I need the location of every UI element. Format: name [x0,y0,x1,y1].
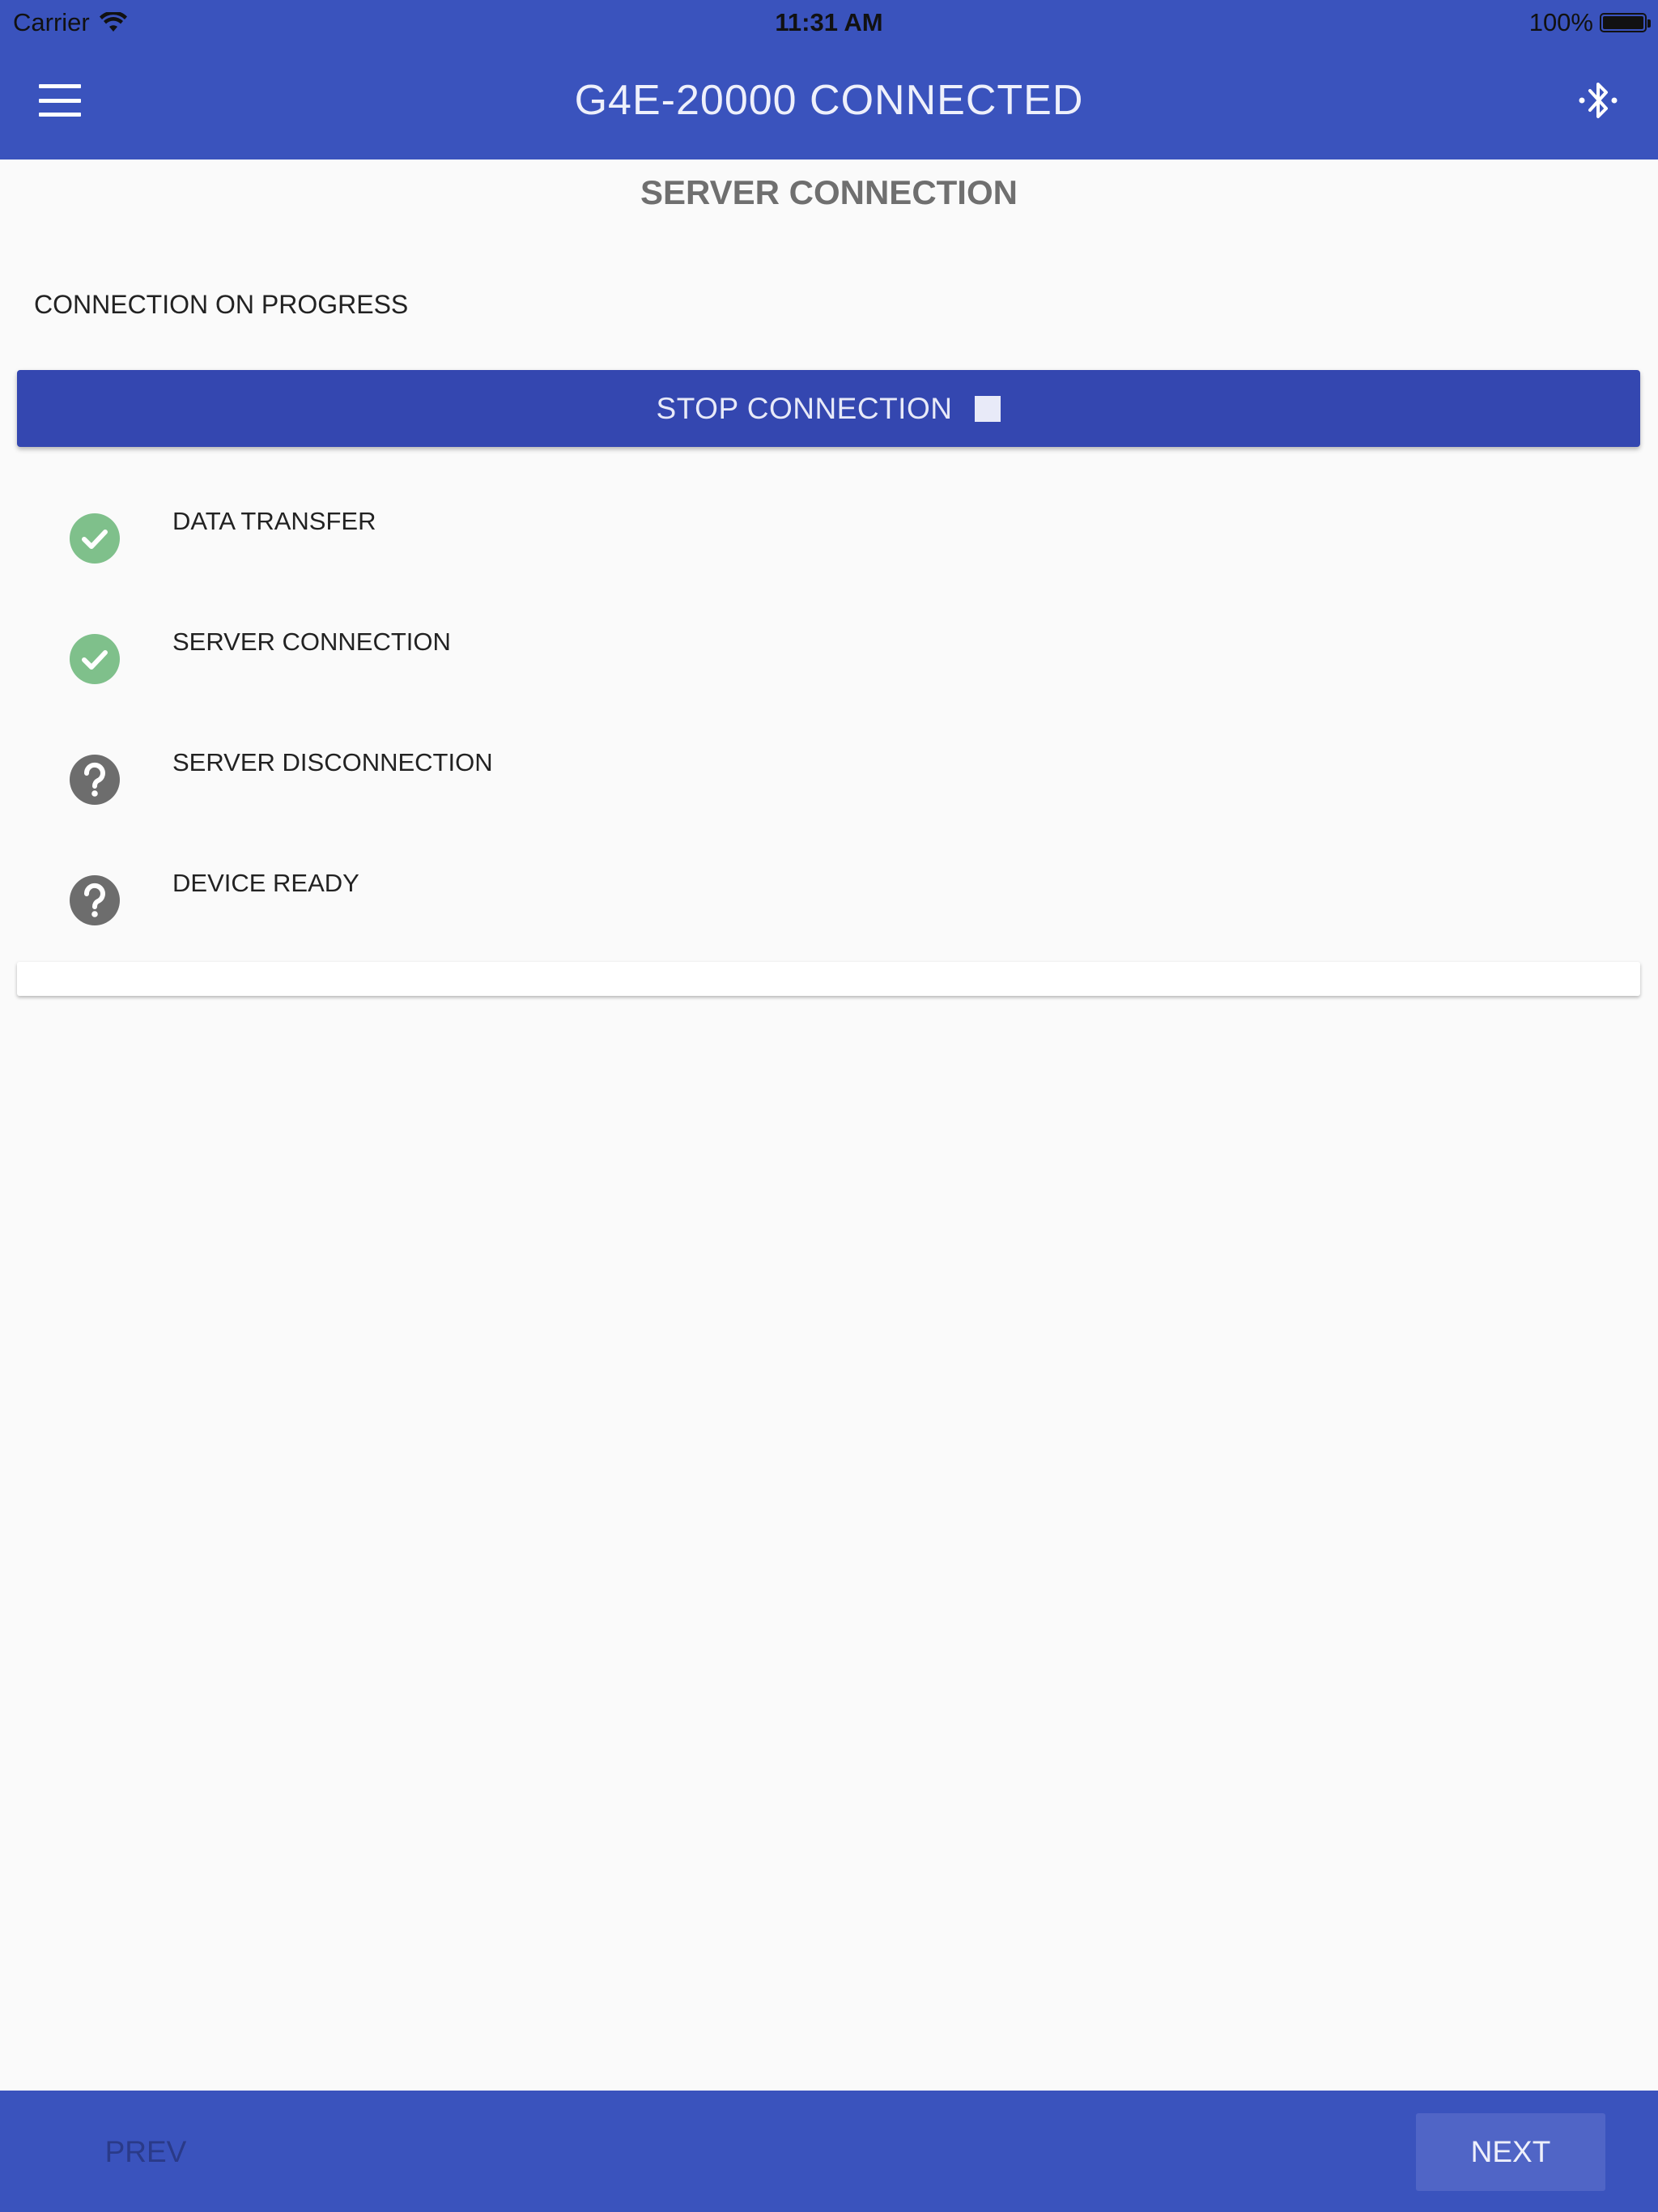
step-server-connection: SERVER CONNECTION [0,606,1658,727]
prev-button[interactable]: PREV [81,2123,210,2181]
top-bar: Carrier 11:31 AM 100% G4E-20000 CONNECTE… [0,0,1658,160]
stop-connection-label: STOP CONNECTION [656,391,953,425]
help-circle-icon [70,755,120,805]
empty-log-card [17,962,1640,996]
clock: 11:31 AM [775,8,883,36]
check-circle-icon [70,634,120,684]
help-circle-icon [70,875,120,925]
page-title: SERVER CONNECTION [640,173,1018,211]
step-device-ready: DEVICE READY [0,848,1658,968]
stop-connection-button[interactable]: STOP CONNECTION [17,370,1640,447]
battery-icon [1600,13,1651,32]
battery-percent: 100% [1528,8,1593,36]
step-server-disconnection: SERVER DISCONNECTION [0,727,1658,848]
step-data-transfer: DATA TRANSFER [0,486,1658,606]
step-label: DEVICE READY [172,869,359,897]
step-label: SERVER DISCONNECTION [172,748,493,776]
battery-fill [1603,16,1643,29]
app-bar: G4E-20000 CONNECTED [0,45,1658,160]
stop-square-icon [975,395,1001,422]
app-title: G4E-20000 CONNECTED [574,77,1084,124]
step-label: DATA TRANSFER [172,507,376,535]
next-button[interactable]: NEXT [1416,2113,1605,2191]
bluetooth-searching-icon[interactable] [1574,76,1622,125]
battery-indicator: 100% [1528,8,1651,37]
status-bar: Carrier 11:31 AM 100% [0,0,1658,45]
check-circle-icon [70,513,120,564]
app-screen: Carrier 11:31 AM 100% G4E-20000 CONNECTE… [0,0,1658,2212]
connection-status-text: CONNECTION ON PROGRESS [34,290,409,319]
connection-steps-list: DATA TRANSFER SERVER CONNECTION SERVER D… [0,486,1658,968]
bottom-navigation-bar: PREV NEXT [0,2091,1658,2212]
step-label: SERVER CONNECTION [172,627,451,656]
